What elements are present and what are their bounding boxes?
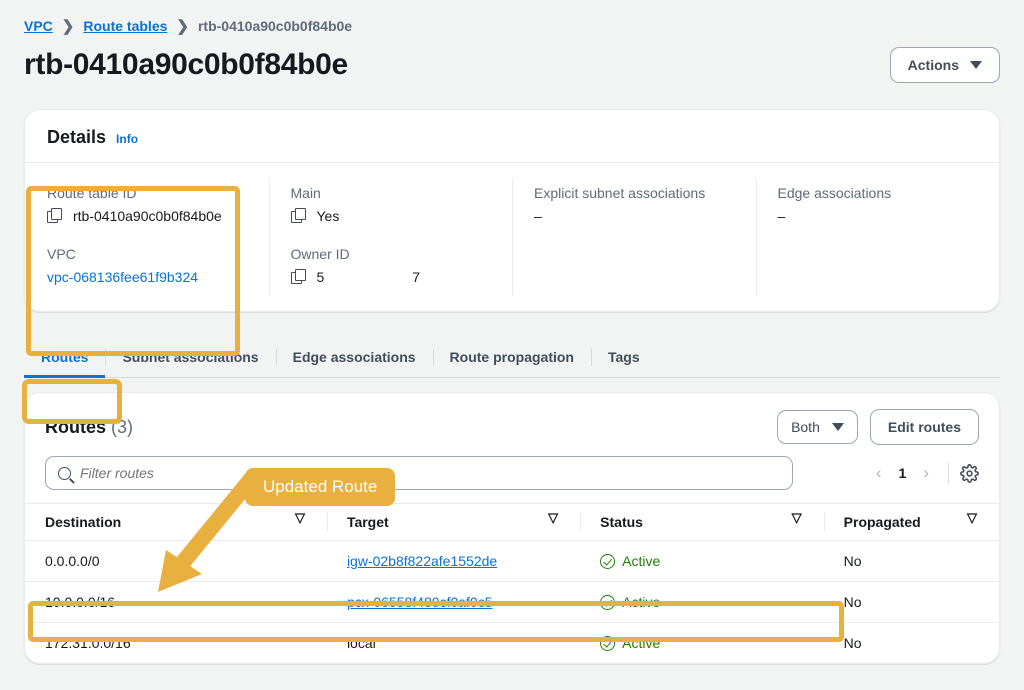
breadcrumb-item-current: rtb-0410a90c0b0f84b0e <box>198 18 352 34</box>
routes-heading: Routes (3) <box>45 417 133 438</box>
table-row[interactable]: 172.31.0.0/16 local Active No <box>25 623 999 664</box>
cell-destination: 0.0.0.0/0 <box>25 541 327 582</box>
table-row[interactable]: 10.0.0.0/16 pcx-06558f480cf0af0c5 Active… <box>25 582 999 623</box>
target-link[interactable]: igw-02b8f822afe1552de <box>347 553 497 569</box>
detail-label: Main <box>291 185 491 201</box>
cell-status: Active <box>580 582 824 623</box>
cell-target: pcx-06558f480cf0af0c5 <box>327 582 580 623</box>
detail-value: – <box>778 208 786 224</box>
details-panel: Details Info Route table ID rtb-0410a90c… <box>24 109 1000 312</box>
detail-label: Owner ID <box>291 246 491 262</box>
cell-destination: 172.31.0.0/16 <box>25 623 327 664</box>
routes-count: (3) <box>111 417 133 437</box>
target-link[interactable]: pcx-06558f480cf0af0c5 <box>347 594 493 610</box>
breadcrumb: VPC ❯ Route tables ❯ rtb-0410a90c0b0f84b… <box>0 0 1024 35</box>
detail-explicit-subnet-associations: Explicit subnet associations – <box>534 185 734 226</box>
divider <box>948 463 949 483</box>
cell-status: Active <box>580 541 824 582</box>
detail-label: Explicit subnet associations <box>534 185 734 201</box>
sort-icon[interactable] <box>792 518 804 527</box>
column-header-status[interactable]: Status <box>580 504 824 541</box>
tab-subnet-associations[interactable]: Subnet associations <box>105 336 275 377</box>
tab-edge-associations[interactable]: Edge associations <box>276 336 433 377</box>
cell-propagated: No <box>824 623 999 664</box>
sort-icon[interactable] <box>548 518 560 527</box>
detail-vpc: VPC vpc-068136fee61f9b324 <box>47 246 247 287</box>
status-active-icon <box>600 595 615 610</box>
route-type-selector-label: Both <box>791 419 820 435</box>
detail-owner-id: Owner ID 57 <box>291 246 491 287</box>
table-row[interactable]: 0.0.0.0/0 igw-02b8f822afe1552de Active N… <box>25 541 999 582</box>
page-number[interactable]: 1 <box>893 465 913 481</box>
table-header-row: Destination Target Status <box>25 504 999 541</box>
details-heading: Details <box>47 127 106 148</box>
gear-icon[interactable] <box>960 464 979 483</box>
details-column-explicit-subnet-associations: Explicit subnet associations – <box>512 177 756 297</box>
search-icon <box>58 467 71 480</box>
cell-status: Active <box>580 623 824 664</box>
edit-routes-button[interactable]: Edit routes <box>870 409 979 445</box>
details-column-edge-associations: Edge associations – <box>756 177 1000 297</box>
details-info-link[interactable]: Info <box>116 132 138 146</box>
next-page-button[interactable]: › <box>915 463 937 483</box>
previous-page-button[interactable]: ‹ <box>868 463 890 483</box>
detail-label: Route table ID <box>47 185 247 201</box>
tab-routes[interactable]: Routes <box>24 336 105 377</box>
chevron-down-icon <box>970 61 982 69</box>
breadcrumb-item-route-tables[interactable]: Route tables <box>83 18 167 34</box>
detail-value: rtb-0410a90c0b0f84b0e <box>73 206 222 226</box>
details-column-route-table-id: Route table ID rtb-0410a90c0b0f84b0e VPC… <box>25 177 269 297</box>
routes-table: Destination Target Status <box>25 503 999 663</box>
actions-button[interactable]: Actions <box>890 47 1000 83</box>
redaction-bar <box>324 270 412 283</box>
routes-filter-row: ‹ 1 › <box>25 445 999 503</box>
column-header-target[interactable]: Target <box>327 504 580 541</box>
breadcrumb-separator-icon: ❯ <box>176 17 189 35</box>
actions-button-label: Actions <box>908 57 959 73</box>
vpc-link[interactable]: vpc-068136fee61f9b324 <box>47 269 198 285</box>
detail-label: VPC <box>47 246 247 262</box>
detail-value-redacted: 57 <box>317 267 421 287</box>
detail-edge-associations: Edge associations – <box>778 185 978 226</box>
pagination: ‹ 1 › <box>868 463 979 483</box>
tab-tags[interactable]: Tags <box>591 336 657 377</box>
copy-icon[interactable] <box>291 208 306 223</box>
routes-panel: Routes (3) Both Edit routes ‹ 1 › <box>24 392 1000 664</box>
route-type-selector[interactable]: Both <box>777 410 858 444</box>
sort-icon[interactable] <box>967 518 979 527</box>
cell-target: local <box>327 623 580 664</box>
cell-propagated: No <box>824 541 999 582</box>
detail-label: Edge associations <box>778 185 978 201</box>
column-header-propagated[interactable]: Propagated <box>824 504 999 541</box>
details-column-main: Main Yes Owner ID 57 <box>269 177 513 297</box>
chevron-down-icon <box>832 423 844 431</box>
cell-propagated: No <box>824 582 999 623</box>
status-badge: Active <box>622 553 660 569</box>
status-badge: Active <box>622 635 660 651</box>
search-box[interactable] <box>45 456 793 490</box>
detail-value: Yes <box>317 206 340 226</box>
tab-bar: Routes Subnet associations Edge associat… <box>24 336 1000 378</box>
details-grid: Route table ID rtb-0410a90c0b0f84b0e VPC… <box>25 163 999 311</box>
status-badge: Active <box>622 594 660 610</box>
column-header-destination[interactable]: Destination <box>25 504 327 541</box>
copy-icon[interactable] <box>291 269 306 284</box>
routes-panel-header: Routes (3) Both Edit routes <box>25 393 999 445</box>
status-active-icon <box>600 554 615 569</box>
cell-target: igw-02b8f822afe1552de <box>327 541 580 582</box>
page-title: rtb-0410a90c0b0f84b0e <box>24 48 348 82</box>
detail-value: – <box>534 208 542 224</box>
page-header: rtb-0410a90c0b0f84b0e Actions <box>0 35 1024 83</box>
copy-icon[interactable] <box>47 208 62 223</box>
tab-route-propagation[interactable]: Route propagation <box>433 336 591 377</box>
status-active-icon <box>600 636 615 651</box>
search-input[interactable] <box>80 465 780 481</box>
detail-route-table-id: Route table ID rtb-0410a90c0b0f84b0e <box>47 185 247 226</box>
breadcrumb-separator-icon: ❯ <box>62 17 75 35</box>
detail-main: Main Yes <box>291 185 491 226</box>
breadcrumb-item-vpc[interactable]: VPC <box>24 18 53 34</box>
cell-destination: 10.0.0.0/16 <box>25 582 327 623</box>
sort-icon[interactable] <box>295 518 307 527</box>
details-panel-header: Details Info <box>25 110 999 163</box>
